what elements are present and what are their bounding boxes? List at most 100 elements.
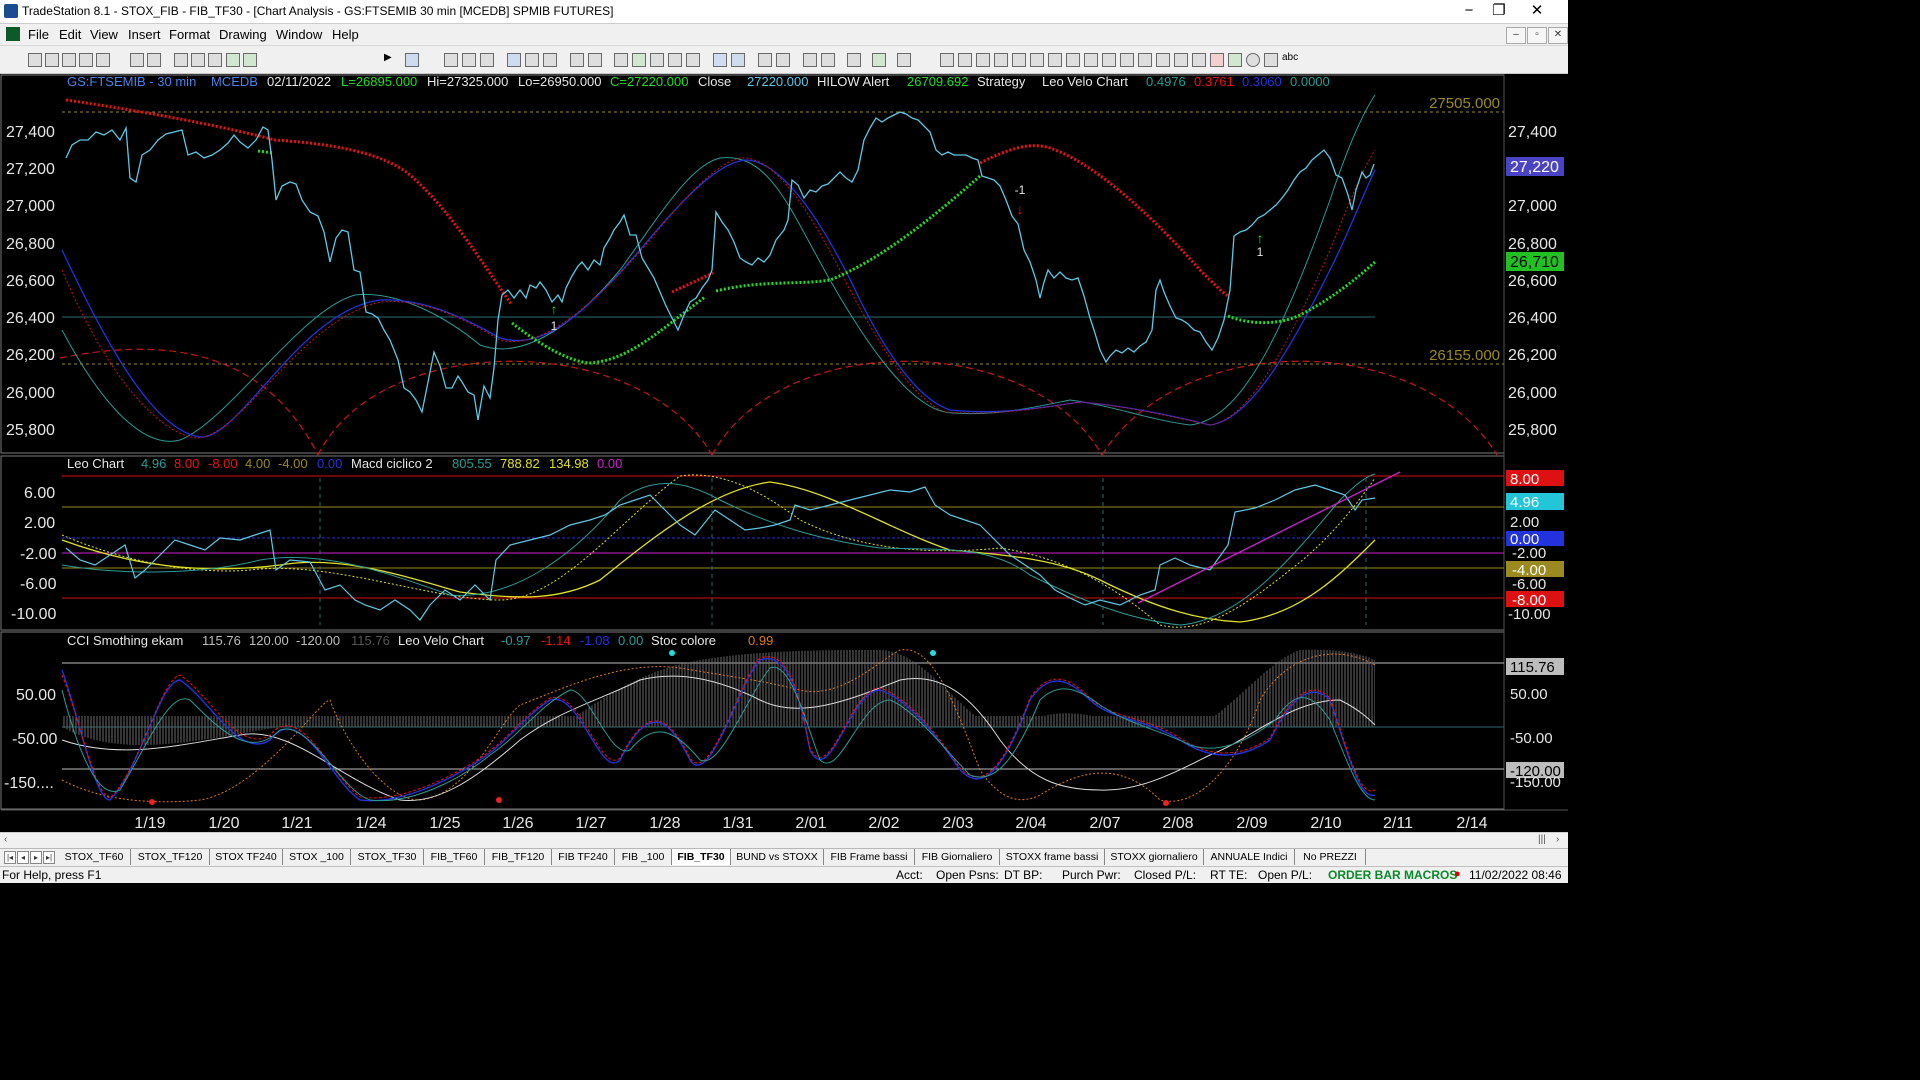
- menu-view[interactable]: View: [90, 27, 118, 42]
- cycle-icon[interactable]: [1156, 53, 1170, 67]
- bar-chart-icon[interactable]: [668, 53, 682, 67]
- up-arrow-icon[interactable]: [1228, 53, 1242, 67]
- wave-icon[interactable]: [1192, 53, 1206, 67]
- scroll-thumb-icon[interactable]: |||: [1538, 834, 1546, 845]
- speed-line-icon[interactable]: [1048, 53, 1062, 67]
- mdi-minimize-button[interactable]: –: [1506, 27, 1526, 44]
- radar-icon[interactable]: [462, 53, 476, 67]
- compress-icon[interactable]: [713, 53, 727, 67]
- indicator-icon[interactable]: [507, 53, 521, 67]
- vertical-line-icon[interactable]: [958, 53, 972, 67]
- gann-icon[interactable]: [1030, 53, 1044, 67]
- tab-first-icon[interactable]: |◂: [4, 851, 16, 864]
- alert-icon[interactable]: [632, 53, 646, 67]
- zoom-in-icon[interactable]: [758, 53, 772, 67]
- histogram-icon[interactable]: [686, 53, 700, 67]
- new-workspace-icon[interactable]: [62, 53, 76, 67]
- arrow-line-icon[interactable]: [1102, 53, 1116, 67]
- minimize-button[interactable]: −: [1452, 0, 1486, 23]
- tab-stox-100[interactable]: STOX _100: [283, 849, 351, 865]
- rectangle-icon[interactable]: [1264, 53, 1278, 67]
- expand-icon[interactable]: [731, 53, 745, 67]
- regression-icon[interactable]: [1066, 53, 1080, 67]
- tab-annuale-indici[interactable]: ANNUALE Indici: [1204, 849, 1295, 865]
- tab-no-prezzi[interactable]: No PREZZI: [1295, 849, 1366, 865]
- lock-icon[interactable]: [208, 53, 222, 67]
- chart-icon[interactable]: [444, 53, 458, 67]
- svg-text:-50.00: -50.00: [1510, 730, 1553, 747]
- settings-icon[interactable]: [614, 53, 628, 67]
- menu-file[interactable]: File: [28, 27, 49, 42]
- zoom-out-icon[interactable]: [776, 53, 790, 67]
- tab-fib-frame-bassi[interactable]: FIB Frame bassi: [824, 849, 915, 865]
- print-icon[interactable]: [147, 53, 161, 67]
- tab-stox-tf30[interactable]: STOX_TF30: [351, 849, 424, 865]
- bar-type-icon[interactable]: [525, 53, 539, 67]
- horizontal-line-icon[interactable]: [976, 53, 990, 67]
- mdi-restore-button[interactable]: ▫: [1527, 27, 1547, 44]
- tab-stoxx-frame-bassi[interactable]: STOXX frame bassi: [1000, 849, 1105, 865]
- arc-icon[interactable]: [1138, 53, 1152, 67]
- ellipse-icon[interactable]: [1246, 53, 1260, 67]
- tab-fib-tf60[interactable]: FIB_TF60: [424, 849, 485, 865]
- open-icon[interactable]: [79, 53, 93, 67]
- tab-stox-tf120[interactable]: STOX_TF120: [131, 849, 210, 865]
- tab-bund-vs-stoxx[interactable]: BUND vs STOXX: [731, 849, 824, 865]
- tab-next-icon[interactable]: ▸: [30, 851, 42, 864]
- brush-icon[interactable]: [226, 53, 240, 67]
- horizontal-scrollbar[interactable]: ‹ ||| ›: [0, 832, 1568, 848]
- fibonacci-icon[interactable]: [1012, 53, 1026, 67]
- data-icon[interactable]: [650, 53, 664, 67]
- menu-window[interactable]: Window: [276, 27, 322, 42]
- mdi-close-button[interactable]: ✕: [1548, 27, 1568, 44]
- pointer-icon[interactable]: [803, 53, 817, 67]
- status-macros[interactable]: ORDER BAR MACROS: [1328, 868, 1457, 882]
- open-folder-icon[interactable]: [96, 53, 110, 67]
- symbol-label: GS:FTSEMIB - 30 min: [67, 74, 196, 89]
- parallel-icon[interactable]: [1120, 53, 1134, 67]
- cross-icon[interactable]: [821, 53, 835, 67]
- export-icon[interactable]: [872, 53, 886, 67]
- symbol-lookup-icon[interactable]: [405, 53, 419, 67]
- text-tool-icon[interactable]: abc: [1282, 52, 1298, 64]
- restore-button[interactable]: ❐: [1482, 0, 1516, 23]
- strategy-icon[interactable]: [243, 53, 257, 67]
- down-arrow-icon[interactable]: [1210, 53, 1224, 67]
- tab-fib-giornaliero[interactable]: FIB Giornaliero: [915, 849, 1000, 865]
- menu-insert[interactable]: Insert: [128, 27, 161, 42]
- tab-fib-tf120[interactable]: FIB_TF120: [485, 849, 552, 865]
- window-link-icon[interactable]: [570, 53, 584, 67]
- grid-icon[interactable]: [480, 53, 494, 67]
- tab-fib-100[interactable]: FIB _100: [615, 849, 672, 865]
- trendline-icon[interactable]: [940, 53, 954, 67]
- scroll-right-icon[interactable]: ›: [1556, 834, 1559, 845]
- copy-icon[interactable]: [191, 53, 205, 67]
- save-icon[interactable]: [130, 53, 144, 67]
- new-window-icon[interactable]: [45, 53, 59, 67]
- fan-icon[interactable]: [1084, 53, 1098, 67]
- tab-stoxx-giornaliero[interactable]: STOXX giornaliero: [1105, 849, 1204, 865]
- tab-fib-tf240[interactable]: FIB TF240: [552, 849, 615, 865]
- channel-icon[interactable]: [994, 53, 1008, 67]
- new-icon[interactable]: [28, 53, 42, 67]
- close-button[interactable]: ✕: [1520, 0, 1554, 23]
- tab-fib-tf30[interactable]: FIB_TF30: [672, 849, 731, 865]
- scroll-left-icon[interactable]: ‹: [4, 834, 7, 845]
- format-icon[interactable]: [543, 53, 557, 67]
- tile-icon[interactable]: [588, 53, 602, 67]
- chart-area[interactable]: GS:FTSEMIB - 30 min MCEDB 02/11/2022 L=2…: [0, 74, 1568, 832]
- menu-edit[interactable]: Edit: [59, 27, 81, 42]
- pencil-icon[interactable]: [1174, 53, 1188, 67]
- chart-window-icon[interactable]: [6, 27, 20, 41]
- menu-format[interactable]: Format: [169, 27, 210, 42]
- go-arrow-icon[interactable]: ▶: [384, 52, 396, 64]
- tab-last-icon[interactable]: ▸|: [43, 851, 55, 864]
- menu-drawing[interactable]: Drawing: [219, 27, 267, 42]
- menu-help[interactable]: Help: [332, 27, 359, 42]
- cut-icon[interactable]: [174, 53, 188, 67]
- tools-icon[interactable]: [847, 53, 861, 67]
- tab-stox-tf60[interactable]: STOX_TF60: [58, 849, 131, 865]
- note-icon[interactable]: [897, 53, 911, 67]
- tab-prev-icon[interactable]: ◂: [17, 851, 29, 864]
- tab-stox-tf240[interactable]: STOX TF240: [210, 849, 283, 865]
